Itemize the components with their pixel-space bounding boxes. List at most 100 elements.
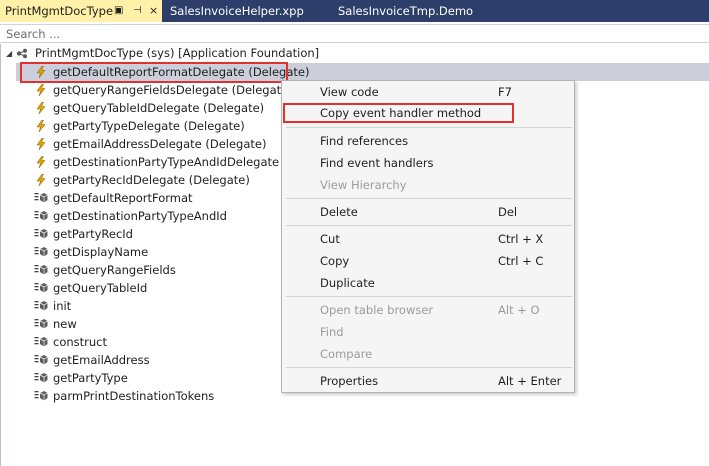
- menu-item-label: Copy: [320, 254, 350, 268]
- menu-item-shortcut: Del: [498, 205, 518, 219]
- menu-item-delete[interactable]: Delete Del: [282, 201, 574, 223]
- tree-item-label: getQueryTableIdDelegate (Delegate): [53, 101, 265, 115]
- menu-separator: [286, 367, 572, 368]
- menu-item-cut[interactable]: Cut Ctrl + X: [282, 228, 574, 250]
- tree-item[interactable]: getQueryRangeFields: [34, 261, 313, 279]
- method-icon: [34, 283, 48, 293]
- method-icon: [34, 211, 48, 221]
- tree-item-label: getPartyTypeDelegate (Delegate): [53, 119, 245, 133]
- menu-item-copy[interactable]: Copy Ctrl + C: [282, 250, 574, 272]
- menu-item-label: View code: [320, 85, 379, 99]
- delegate-icon: [36, 102, 46, 114]
- tree-item[interactable]: getPartyType: [34, 369, 313, 387]
- method-icon: [34, 337, 48, 347]
- copy-event-handler-annotation-box: [283, 103, 514, 123]
- panel-border: [0, 44, 1, 466]
- selected-item-annotation-box: [20, 62, 288, 83]
- menu-item-shortcut: Alt + O: [498, 303, 540, 317]
- method-icon: [34, 355, 48, 365]
- menu-item-find-event-handlers[interactable]: Find event handlers: [282, 152, 574, 174]
- tree-item[interactable]: getEmailAddressDelegate (Delegate): [34, 135, 313, 153]
- menu-item-label: Find event handlers: [320, 156, 434, 170]
- tab-salesinvoicehelper[interactable]: SalesInvoiceHelper.xpp: [170, 0, 304, 22]
- menu-item-find-references[interactable]: Find references: [282, 130, 574, 152]
- menu-item-shortcut: F7: [498, 85, 512, 99]
- menu-item-label: Find references: [320, 134, 409, 148]
- tree-item-label: getDefaultReportFormat: [53, 191, 193, 205]
- tree-item-label: getQueryRangeFieldsDelegate (Delegate): [53, 83, 293, 97]
- tree-item[interactable]: getQueryTableIdDelegate (Delegate): [34, 99, 313, 117]
- menu-item-shortcut: Ctrl + X: [498, 232, 544, 246]
- tree-item[interactable]: getDestinationPartyTypeAndId: [34, 207, 313, 225]
- document-tab-strip: PrintMgmtDocType ▣ ⊣ × SalesInvoiceHelpe…: [0, 0, 709, 22]
- method-icon: [34, 373, 48, 383]
- tab-dock-icon[interactable]: ⊣: [133, 0, 142, 22]
- delegate-icon: [36, 174, 46, 186]
- menu-item-label: Cut: [320, 232, 340, 246]
- menu-item-view-hierarchy[interactable]: View Hierarchy: [282, 174, 574, 196]
- tab-close-icon[interactable]: ×: [149, 0, 158, 22]
- tree-item[interactable]: getPartyTypeDelegate (Delegate): [34, 117, 313, 135]
- tree-item-label: getEmailAddressDelegate (Delegate): [53, 137, 267, 151]
- delegate-icon: [36, 84, 46, 96]
- menu-item-label: View Hierarchy: [320, 178, 407, 192]
- method-icon: [34, 193, 48, 203]
- method-icon: [34, 247, 48, 257]
- menu-item-label: Find: [320, 325, 344, 339]
- tree-item[interactable]: getPartyRecIdDelegate (Delegate): [34, 171, 313, 189]
- menu-separator: [286, 296, 572, 297]
- menu-separator: [286, 198, 572, 199]
- tree-item-label: getDestinationPartyTypeAndId: [53, 209, 227, 223]
- tree-item[interactable]: getQueryRangeFieldsDelegate (Delegate): [34, 81, 313, 99]
- tree-item[interactable]: init: [34, 297, 313, 315]
- menu-item-label: Properties: [320, 374, 379, 388]
- tree-item-label: new: [53, 317, 77, 331]
- tree-item[interactable]: parmPrintDestinationTokens: [34, 387, 313, 405]
- menu-item-find[interactable]: Find: [282, 321, 574, 343]
- context-menu: View code F7 Copy event handler method F…: [281, 80, 575, 393]
- delegate-icon: [36, 156, 46, 168]
- tree-item-label: init: [53, 299, 72, 313]
- tree-item[interactable]: getQueryTableId: [34, 279, 313, 297]
- tree-root-node[interactable]: ◢ PrintMgmtDocType (sys) [Application Fo…: [6, 45, 319, 62]
- tree-item[interactable]: getEmailAddress: [34, 351, 313, 369]
- menu-item-duplicate[interactable]: Duplicate: [282, 272, 574, 294]
- tree-item-label: getDestinationPartyTypeAndIdDelegate (De…: [53, 155, 314, 169]
- tree-item[interactable]: getDefaultReportFormat: [34, 189, 313, 207]
- tree-item-label: getDisplayName: [53, 245, 149, 259]
- menu-item-label: Duplicate: [320, 276, 375, 290]
- tree-item[interactable]: getDisplayName: [34, 243, 313, 261]
- tab-pin-icon[interactable]: ▣: [114, 0, 123, 22]
- menu-item-compare[interactable]: Compare: [282, 343, 574, 365]
- menu-item-shortcut: Alt + Enter: [498, 374, 562, 388]
- tree-item-label: getPartyRecIdDelegate (Delegate): [53, 173, 250, 187]
- collapse-arrow-icon[interactable]: ◢: [6, 45, 12, 62]
- tab-label: SalesInvoiceTmp.Demo: [338, 4, 474, 18]
- tab-printmgmtdoctype[interactable]: PrintMgmtDocType ▣ ⊣ ×: [0, 0, 162, 22]
- tree-item[interactable]: new: [34, 315, 313, 333]
- tree-list: getDefaultReportFormatDelegate (Delegate…: [34, 63, 313, 405]
- method-icon: [34, 391, 48, 401]
- tree-item-label: getEmailAddress: [53, 353, 150, 367]
- tree-item-label: construct: [53, 335, 107, 349]
- menu-item-label: Compare: [320, 347, 373, 361]
- tree-item-label: getQueryTableId: [53, 281, 148, 295]
- tree-item-label: getPartyType: [53, 371, 128, 385]
- menu-item-open-table-browser[interactable]: Open table browser Alt + O: [282, 299, 574, 321]
- tab-label: SalesInvoiceHelper.xpp: [170, 4, 304, 18]
- method-icon: [34, 229, 48, 239]
- menu-item-properties[interactable]: Properties Alt + Enter: [282, 370, 574, 392]
- search-bar: [0, 24, 709, 43]
- tree-item[interactable]: construct: [34, 333, 313, 351]
- tree-item-label: parmPrintDestinationTokens: [53, 389, 215, 403]
- menu-item-view-code[interactable]: View code F7: [282, 81, 574, 103]
- menu-item-label: Delete: [320, 205, 358, 219]
- menu-item-label: Open table browser: [320, 303, 434, 317]
- tab-salesinvoicetmp[interactable]: SalesInvoiceTmp.Demo: [338, 0, 473, 22]
- tree-item[interactable]: getDestinationPartyTypeAndIdDelegate (De…: [34, 153, 313, 171]
- method-icon: [34, 265, 48, 275]
- tree-item-label: getQueryRangeFields: [53, 263, 176, 277]
- tree-item-label: getPartyRecId: [53, 227, 133, 241]
- search-input[interactable]: [0, 25, 709, 42]
- tree-item[interactable]: getPartyRecId: [34, 225, 313, 243]
